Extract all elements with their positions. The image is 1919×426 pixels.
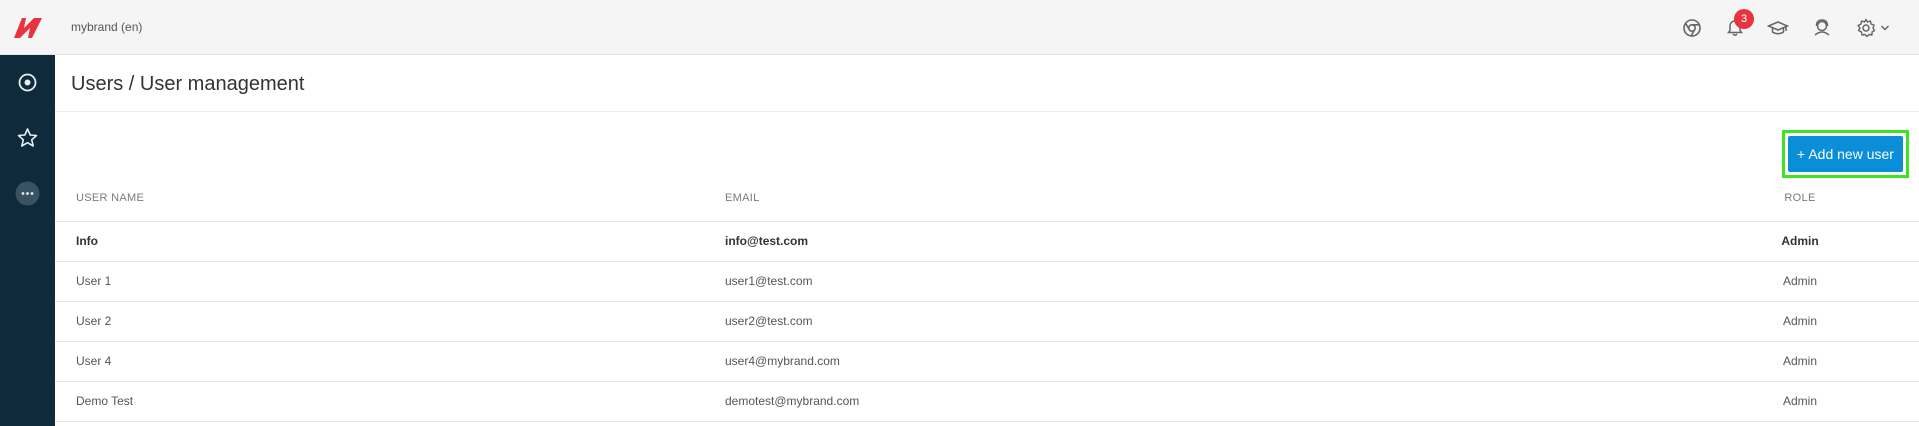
chrome-icon[interactable] <box>1681 17 1703 39</box>
dashboard-icon[interactable] <box>14 69 41 96</box>
main-content: Users / User management + Add new user U… <box>55 55 1919 426</box>
user-role-cell: Admin <box>1745 261 1855 302</box>
notifications-bell[interactable]: 3 <box>1724 9 1754 39</box>
add-user-button-highlight: + Add new user <box>1782 130 1909 178</box>
user-name-cell: User 2 <box>55 301 725 342</box>
user-name-cell: User 4 <box>55 341 725 382</box>
graduation-cap-icon[interactable] <box>1767 17 1789 39</box>
brand-logo-icon[interactable] <box>12 14 44 42</box>
user-role-cell: Admin <box>1745 221 1855 262</box>
column-header-email[interactable]: EMAIL <box>725 175 1745 222</box>
table-row[interactable]: User 2 user2@test.com Admin <box>55 301 1919 342</box>
user-name-cell: Demo Test <box>55 381 725 422</box>
notification-count-badge: 3 <box>1734 9 1754 29</box>
star-icon[interactable] <box>14 125 41 152</box>
sidebar <box>0 55 55 426</box>
gear-icon <box>1857 18 1876 38</box>
column-header-role[interactable]: ROLE <box>1745 175 1855 222</box>
table-row[interactable]: User 1 user1@test.com Admin <box>55 261 1919 302</box>
more-icon[interactable] <box>14 180 41 207</box>
divider <box>55 111 1919 112</box>
user-email-cell: demotest@mybrand.com <box>725 381 1745 422</box>
row-spacer <box>1855 261 1919 302</box>
brand-selector[interactable]: mybrand (en) <box>71 20 142 34</box>
user-email-cell: user1@test.com <box>725 261 1745 302</box>
support-agent-icon[interactable] <box>1811 17 1833 39</box>
page-title: Users / User management <box>71 73 305 95</box>
top-bar: mybrand (en) 3 <box>0 0 1919 55</box>
chevron-down-icon <box>1880 25 1890 31</box>
user-email-cell: user4@mybrand.com <box>725 341 1745 382</box>
users-table: USER NAME EMAIL ROLE Info info@test.com … <box>55 175 1919 422</box>
table-row[interactable]: User 4 user4@mybrand.com Admin <box>55 341 1919 382</box>
user-email-cell: user2@test.com <box>725 301 1745 342</box>
user-role-cell: Admin <box>1745 381 1855 422</box>
user-email-cell: info@test.com <box>725 221 1745 262</box>
add-new-user-button[interactable]: + Add new user <box>1788 136 1903 172</box>
table-row[interactable]: Info info@test.com Admin <box>55 221 1919 262</box>
user-role-cell: Admin <box>1745 341 1855 382</box>
table-row[interactable]: Demo Test demotest@mybrand.com Admin <box>55 381 1919 422</box>
column-header-spacer <box>1855 175 1919 222</box>
user-role-cell: Admin <box>1745 301 1855 342</box>
row-spacer <box>1855 341 1919 382</box>
row-spacer <box>1855 381 1919 422</box>
row-spacer <box>1855 221 1919 262</box>
table-header-row: USER NAME EMAIL ROLE <box>55 175 1919 222</box>
user-name-cell: Info <box>55 221 725 262</box>
row-spacer <box>1855 301 1919 342</box>
column-header-user-name[interactable]: USER NAME <box>55 175 725 222</box>
settings-menu[interactable] <box>1855 17 1895 39</box>
user-name-cell: User 1 <box>55 261 725 302</box>
